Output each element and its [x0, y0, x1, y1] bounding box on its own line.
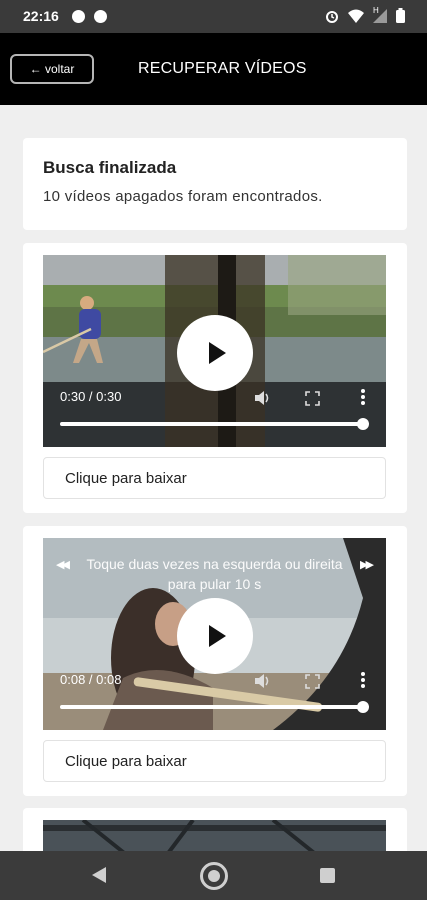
play-icon[interactable] [177, 598, 253, 674]
summary-message: 10 vídeos apagados foram encontrados. [43, 188, 323, 205]
download-button[interactable]: Clique para baixar [43, 457, 386, 499]
search-summary-card: Busca finalizada 10 vídeos apagados fora… [23, 138, 407, 230]
video-time: 0:08 / 0:08 [60, 672, 122, 687]
download-button[interactable]: Clique para baixar [43, 740, 386, 782]
seek-bar[interactable] [60, 422, 364, 426]
page-title: RECUPERAR VÍDEOS [138, 60, 307, 77]
video-time: 0:30 / 0:30 [60, 389, 122, 404]
nav-home-icon[interactable] [200, 862, 228, 890]
seek-bar[interactable] [60, 705, 364, 709]
play-icon[interactable] [177, 315, 253, 391]
more-vert-icon[interactable] [361, 672, 365, 690]
signal-icon: H [373, 5, 387, 23]
system-nav-bar [0, 851, 427, 900]
notification-icon [94, 10, 107, 23]
seek-thumb[interactable] [357, 418, 369, 430]
double-tap-hint: Toque duas vezes na esquerda ou direita … [86, 556, 343, 592]
fullscreen-icon[interactable] [305, 391, 320, 406]
alarm-icon [326, 10, 338, 23]
video-player[interactable]: Toque duas vezes na esquerda ou direita … [43, 538, 386, 730]
fullscreen-icon[interactable] [305, 674, 320, 689]
notification-icon [72, 10, 85, 23]
fast-forward-icon[interactable]: ▶▶ [360, 558, 374, 571]
back-button[interactable]: ← voltar [10, 54, 94, 84]
wifi-icon [348, 9, 364, 23]
seek-thumb[interactable] [357, 701, 369, 713]
video-card: Toque duas vezes na esquerda ou direita … [23, 526, 407, 796]
nav-recents-icon[interactable] [320, 868, 335, 883]
status-time: 22:16 [23, 8, 59, 24]
battery-icon [396, 8, 405, 23]
nav-back-icon[interactable] [92, 867, 106, 883]
rewind-icon[interactable]: ◀◀ [56, 558, 70, 571]
summary-title: Busca finalizada [43, 158, 177, 177]
video-card: 0:30 / 0:30 Clique para baixar [23, 243, 407, 513]
status-bar: 22:16 H [0, 0, 427, 33]
volume-icon[interactable] [254, 673, 272, 689]
more-vert-icon[interactable] [361, 389, 365, 407]
video-player[interactable]: 0:30 / 0:30 [43, 255, 386, 447]
app-bar: ← voltar RECUPERAR VÍDEOS [0, 33, 427, 105]
network-type-label: H [373, 5, 379, 15]
volume-icon[interactable] [254, 390, 272, 406]
